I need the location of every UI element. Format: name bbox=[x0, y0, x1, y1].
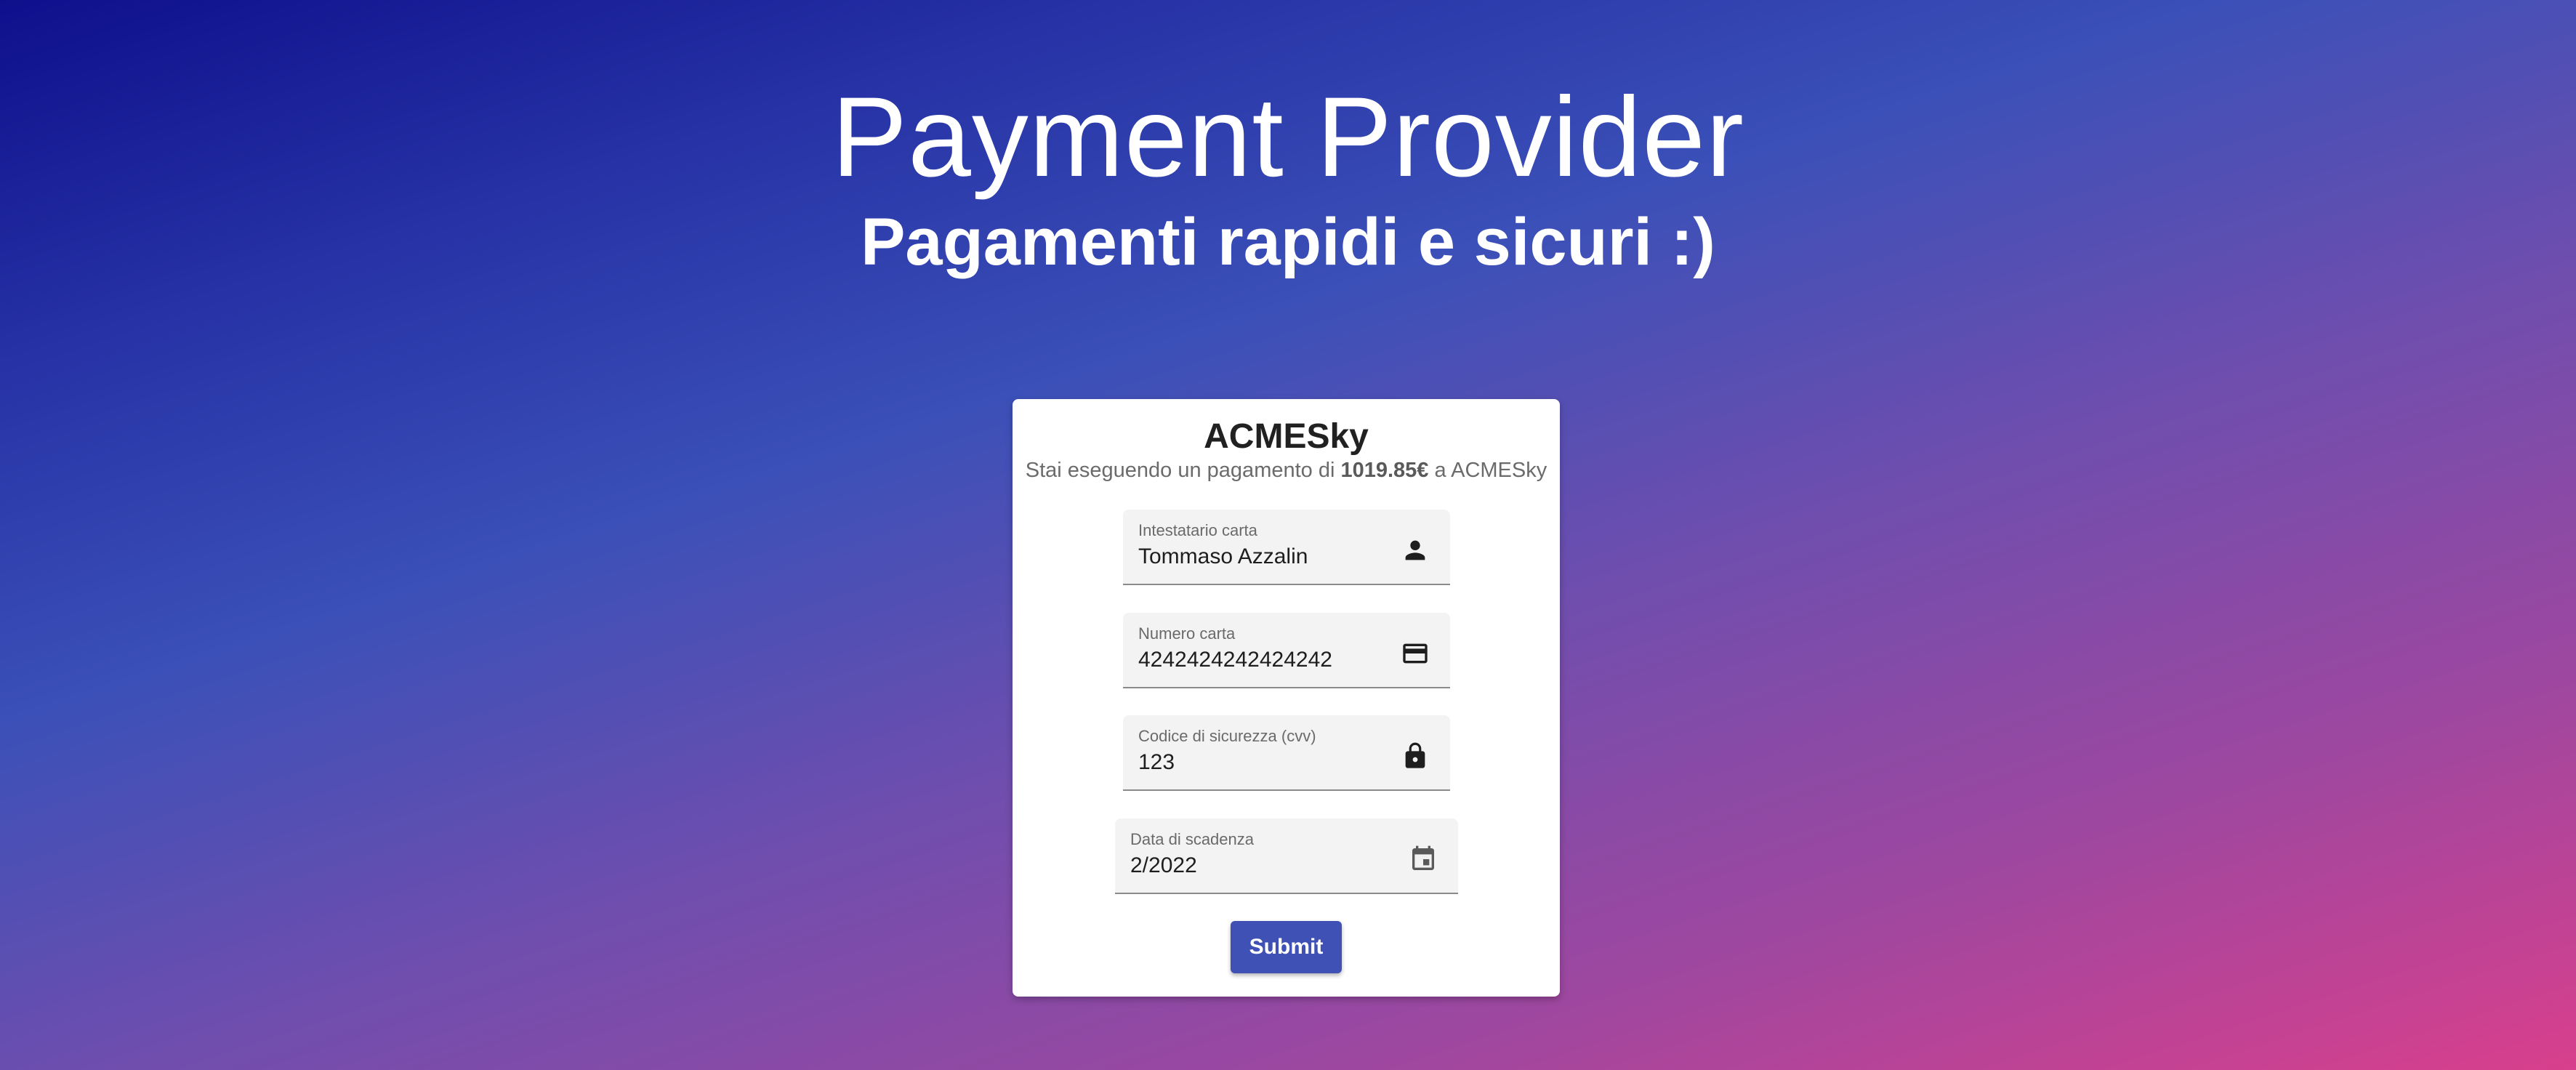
expiry-field[interactable]: Data di scadenza bbox=[1115, 818, 1458, 894]
page-subtitle: Pagamenti rapidi e sicuri :) bbox=[861, 205, 1715, 279]
payment-card: ACMESky Stai eseguendo un pagamento di 1… bbox=[1013, 399, 1560, 997]
lock-icon bbox=[1401, 741, 1430, 771]
merchant-name: ACMESky bbox=[1204, 417, 1369, 456]
description-suffix: a ACMESky bbox=[1434, 459, 1547, 482]
card-number-input[interactable] bbox=[1138, 648, 1378, 672]
description-prefix: Stai eseguendo un pagamento di bbox=[1025, 459, 1335, 482]
cvv-input[interactable] bbox=[1138, 750, 1378, 775]
calendar-icon[interactable] bbox=[1409, 845, 1438, 874]
payment-amount: 1019.85€ bbox=[1340, 459, 1429, 482]
credit-card-icon bbox=[1401, 639, 1430, 668]
cardholder-label: Intestatario carta bbox=[1138, 521, 1257, 539]
expiry-input[interactable] bbox=[1130, 853, 1370, 878]
cvv-field[interactable]: Codice di sicurezza (cvv) bbox=[1123, 715, 1450, 791]
card-number-label: Numero carta bbox=[1138, 624, 1236, 643]
cvv-label: Codice di sicurezza (cvv) bbox=[1138, 727, 1316, 745]
payment-description: Stai eseguendo un pagamento di 1019.85€ … bbox=[1013, 459, 1560, 483]
page-title: Payment Provider bbox=[832, 74, 1744, 201]
person-icon bbox=[1401, 536, 1430, 565]
submit-button[interactable]: Submit bbox=[1231, 921, 1342, 973]
card-number-field[interactable]: Numero carta bbox=[1123, 613, 1450, 688]
cardholder-field[interactable]: Intestatario carta bbox=[1123, 510, 1450, 585]
expiry-label: Data di scadenza bbox=[1130, 830, 1254, 848]
cardholder-input[interactable] bbox=[1138, 544, 1378, 569]
